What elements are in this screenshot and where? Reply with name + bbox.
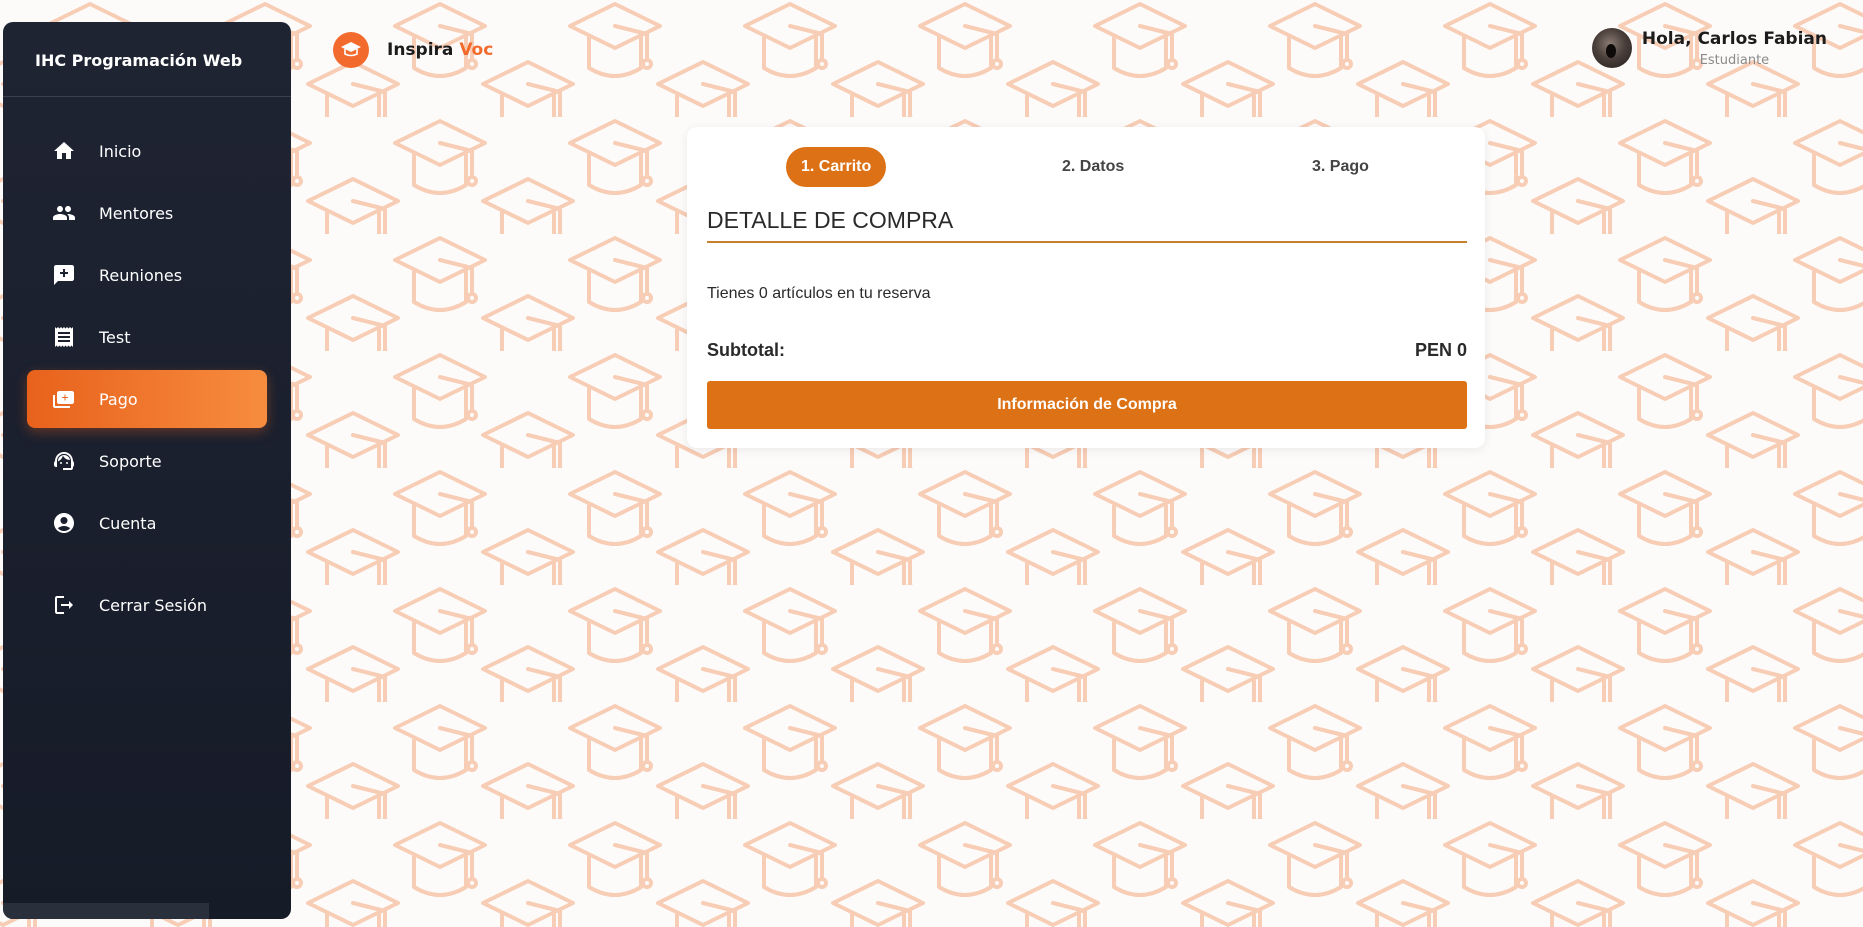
step-pago[interactable]: 3. Pago — [1297, 147, 1384, 187]
sidebar-title: IHC Programación Web — [3, 22, 291, 97]
sidebar-item-test[interactable]: Test — [27, 308, 267, 366]
checkout-steps: 1. Carrito 2. Datos 3. Pago — [687, 147, 1485, 187]
logo-cap-icon — [341, 42, 361, 57]
sidebar: IHC Programación Web Inicio Mentores Reu… — [3, 22, 291, 919]
sidebar-item-cerrar-sesion[interactable]: Cerrar Sesión — [27, 576, 267, 634]
sidebar-item-label: Inicio — [99, 141, 142, 161]
support-icon — [51, 448, 77, 474]
brand-name-accent: Voc — [459, 40, 494, 60]
sidebar-item-label: Cerrar Sesión — [99, 595, 208, 615]
receipt-icon — [51, 324, 77, 350]
checkout-card: 1. Carrito 2. Datos 3. Pago DETALLE DE C… — [687, 127, 1485, 448]
subtotal-value: PEN 0 — [1414, 340, 1467, 360]
sidebar-item-reuniones[interactable]: Reuniones — [27, 246, 267, 304]
sidebar-item-label: Pago — [99, 389, 138, 409]
sidebar-item-label: Cuenta — [99, 513, 157, 533]
avatar[interactable] — [1591, 28, 1632, 68]
sidebar-scrollbar[interactable] — [3, 903, 209, 919]
subtotal-row: Subtotal: PEN 0 — [707, 340, 1467, 361]
step-datos[interactable]: 2. Datos — [1047, 147, 1139, 187]
page-title: DETALLE DE COMPRA — [707, 207, 1467, 243]
user-role: Estudiante — [1699, 53, 1770, 68]
payment-icon — [51, 386, 77, 412]
chat-icon — [51, 262, 77, 288]
people-icon — [51, 200, 77, 226]
account-icon — [51, 510, 77, 536]
brand-name: Inspira Voc — [387, 40, 494, 60]
sidebar-item-label: Soporte — [99, 451, 162, 471]
sidebar-item-cuenta[interactable]: Cuenta — [27, 494, 267, 552]
sidebar-item-pago[interactable]: Pago — [27, 370, 267, 428]
sidebar-item-mentores[interactable]: Mentores — [27, 184, 267, 242]
home-icon — [51, 138, 77, 164]
cart-count-text: Tienes 0 artículos en tu reserva — [707, 285, 931, 302]
brand-logo — [333, 32, 369, 68]
brand[interactable]: Inspira Voc — [333, 32, 493, 68]
logout-icon — [51, 592, 77, 618]
step-carrito[interactable]: 1. Carrito — [786, 147, 887, 187]
purchase-info-button[interactable]: Información de Compra — [707, 381, 1467, 429]
user-greeting: Hola, Carlos Fabian — [1641, 29, 1827, 49]
sidebar-item-soporte[interactable]: Soporte — [27, 432, 267, 490]
sidebar-item-label: Mentores — [99, 203, 174, 223]
subtotal-label: Subtotal: — [707, 340, 785, 360]
sidebar-item-label: Test — [99, 327, 131, 347]
sidebar-item-inicio[interactable]: Inicio — [27, 122, 267, 180]
user-profile[interactable]: Hola, Carlos Fabian Estudiante — [1591, 28, 1827, 68]
sidebar-item-label: Reuniones — [99, 265, 183, 285]
